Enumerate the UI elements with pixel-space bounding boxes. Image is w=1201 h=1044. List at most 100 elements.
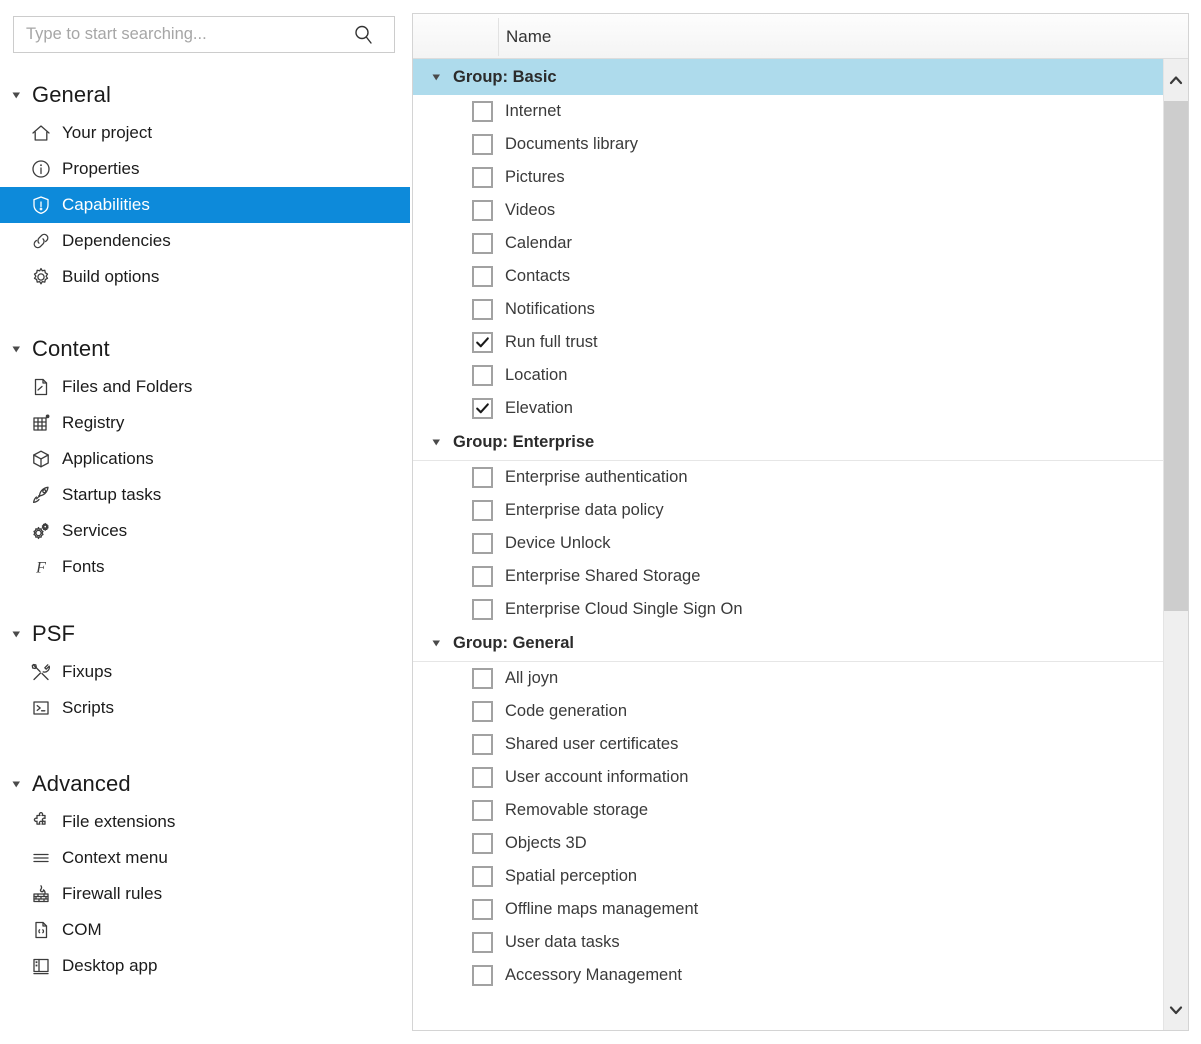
- capability-checkbox[interactable]: [472, 134, 493, 155]
- group-header[interactable]: Group: Basic: [413, 59, 1163, 95]
- capability-row[interactable]: Code generation: [413, 695, 1163, 728]
- group-header[interactable]: Group: Enterprise: [413, 425, 1163, 461]
- capability-checkbox[interactable]: [472, 566, 493, 587]
- nav-section-header-general[interactable]: General: [0, 75, 410, 115]
- sidebar-item-label: Registry: [62, 413, 124, 433]
- capability-label: Videos: [505, 201, 555, 220]
- scrollbar-thumb[interactable]: [1164, 101, 1188, 611]
- capability-row[interactable]: Enterprise Cloud Single Sign On: [413, 593, 1163, 626]
- capability-checkbox[interactable]: [472, 599, 493, 620]
- capability-row[interactable]: Contacts: [413, 260, 1163, 293]
- capability-label: Location: [505, 366, 567, 385]
- capability-row[interactable]: Enterprise Shared Storage: [413, 560, 1163, 593]
- capability-checkbox[interactable]: [472, 266, 493, 287]
- capability-row[interactable]: User account information: [413, 761, 1163, 794]
- capability-row[interactable]: Pictures: [413, 161, 1163, 194]
- capability-checkbox[interactable]: [472, 233, 493, 254]
- sidebar-item-properties[interactable]: Properties: [0, 151, 410, 187]
- nav-section-psf: PSF Fixups Scripts: [0, 614, 410, 726]
- scroll-up-button[interactable]: [1164, 59, 1188, 101]
- capability-row[interactable]: Objects 3D: [413, 827, 1163, 860]
- sidebar-item-context-menu[interactable]: Context menu: [0, 840, 410, 876]
- sidebar-item-fonts[interactable]: FFonts: [0, 549, 410, 585]
- capability-checkbox[interactable]: [472, 500, 493, 521]
- capability-row[interactable]: Enterprise data policy: [413, 494, 1163, 527]
- capability-row[interactable]: Calendar: [413, 227, 1163, 260]
- sidebar-item-services[interactable]: Services: [0, 513, 410, 549]
- capability-checkbox[interactable]: [472, 767, 493, 788]
- sidebar-item-label: Fixups: [62, 662, 112, 682]
- registry-grid-icon: [30, 412, 52, 434]
- nav-section-header-content[interactable]: Content: [0, 329, 410, 369]
- chevron-collapse-icon[interactable]: [429, 436, 443, 450]
- sidebar-item-firewall-rules[interactable]: Firewall rules: [0, 876, 410, 912]
- capability-checkbox[interactable]: [472, 167, 493, 188]
- capability-checkbox[interactable]: [472, 200, 493, 221]
- chevron-collapse-icon[interactable]: [8, 341, 24, 357]
- chevron-collapse-icon[interactable]: [429, 70, 443, 84]
- capability-checkbox[interactable]: [472, 833, 493, 854]
- capability-row[interactable]: Videos: [413, 194, 1163, 227]
- capability-checkbox[interactable]: [472, 299, 493, 320]
- capability-row[interactable]: Accessory Management: [413, 959, 1163, 992]
- sidebar-item-dependencies[interactable]: Dependencies: [0, 223, 410, 259]
- sidebar-item-registry[interactable]: Registry: [0, 405, 410, 441]
- sidebar-item-capabilities[interactable]: Capabilities: [0, 187, 410, 223]
- capability-checkbox[interactable]: [472, 701, 493, 722]
- chevron-collapse-icon[interactable]: [8, 776, 24, 792]
- capability-row[interactable]: Location: [413, 359, 1163, 392]
- capability-checkbox[interactable]: [472, 365, 493, 386]
- capability-row[interactable]: Elevation: [413, 392, 1163, 425]
- capability-row[interactable]: Device Unlock: [413, 527, 1163, 560]
- column-header-name[interactable]: Name: [506, 14, 551, 59]
- desktop-window-icon: [30, 955, 52, 977]
- capability-checkbox[interactable]: [472, 734, 493, 755]
- capability-row[interactable]: User data tasks: [413, 926, 1163, 959]
- capability-row[interactable]: Offline maps management: [413, 893, 1163, 926]
- capability-row[interactable]: Notifications: [413, 293, 1163, 326]
- capability-row[interactable]: All joyn: [413, 662, 1163, 695]
- capability-checkbox[interactable]: [472, 668, 493, 689]
- capability-row[interactable]: Run full trust: [413, 326, 1163, 359]
- search-icon[interactable]: [344, 17, 384, 52]
- chevron-collapse-icon[interactable]: [8, 626, 24, 642]
- capability-checkbox[interactable]: [472, 866, 493, 887]
- sidebar-item-desktop-app[interactable]: Desktop app: [0, 948, 410, 984]
- sidebar-item-build-options[interactable]: Build options: [0, 259, 410, 295]
- search-input[interactable]: [14, 17, 344, 52]
- capability-row[interactable]: Spatial perception: [413, 860, 1163, 893]
- sidebar-item-fixups[interactable]: Fixups: [0, 654, 410, 690]
- capability-checkbox[interactable]: [472, 467, 493, 488]
- capability-checkbox[interactable]: [472, 101, 493, 122]
- scroll-down-button[interactable]: [1164, 989, 1188, 1031]
- search-box[interactable]: [13, 16, 395, 53]
- chevron-collapse-icon[interactable]: [8, 87, 24, 103]
- nav-section-header-advanced[interactable]: Advanced: [0, 764, 410, 804]
- capability-checkbox[interactable]: [472, 533, 493, 554]
- capability-checkbox[interactable]: [472, 932, 493, 953]
- sidebar-item-com[interactable]: COM: [0, 912, 410, 948]
- sidebar-item-startup-tasks[interactable]: Startup tasks: [0, 477, 410, 513]
- capability-row[interactable]: Documents library: [413, 128, 1163, 161]
- sidebar-item-applications[interactable]: Applications: [0, 441, 410, 477]
- capability-row[interactable]: Enterprise authentication: [413, 461, 1163, 494]
- nav-section-title: General: [32, 82, 111, 108]
- capability-checkbox[interactable]: [472, 965, 493, 986]
- code-file-icon: [30, 919, 52, 941]
- capability-row[interactable]: Removable storage: [413, 794, 1163, 827]
- sidebar-item-file-extensions[interactable]: File extensions: [0, 804, 410, 840]
- chevron-collapse-icon[interactable]: [429, 637, 443, 651]
- capability-checkbox[interactable]: [472, 332, 493, 353]
- capability-checkbox[interactable]: [472, 398, 493, 419]
- sidebar-item-your-project[interactable]: Your project: [0, 115, 410, 151]
- capability-checkbox[interactable]: [472, 899, 493, 920]
- sidebar-item-scripts[interactable]: Scripts: [0, 690, 410, 726]
- vertical-scrollbar[interactable]: [1163, 59, 1188, 1031]
- sidebar-item-files-and-folders[interactable]: Files and Folders: [0, 369, 410, 405]
- capability-row[interactable]: Internet: [413, 95, 1163, 128]
- capability-row[interactable]: Shared user certificates: [413, 728, 1163, 761]
- tools-icon: [30, 661, 52, 683]
- group-header[interactable]: Group: General: [413, 626, 1163, 662]
- capability-checkbox[interactable]: [472, 800, 493, 821]
- nav-section-header-psf[interactable]: PSF: [0, 614, 410, 654]
